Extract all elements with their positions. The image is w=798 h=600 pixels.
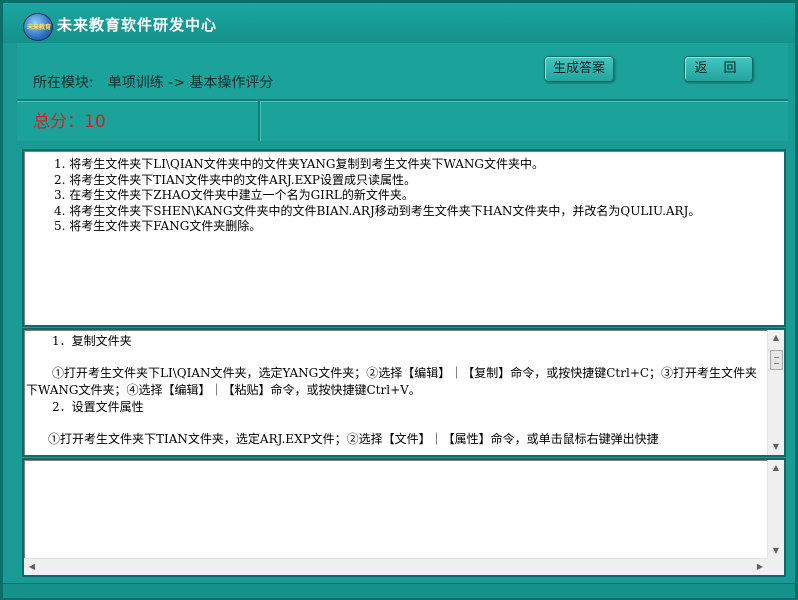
scroll-down-icon[interactable]: ▼ [768,439,784,455]
question-item: 1. 将考生文件夹下LI\QIAN文件夹中的文件夹YANG复制到考生文件夹下WA… [54,157,544,171]
scroll-up-icon[interactable]: ▲ [768,460,784,476]
scroll-left-icon[interactable]: ◀ [24,559,40,575]
app-window: 未来教育 未来教育软件研发中心 所在模块: 单项训练 -> 基本操作评分 生成答案… [0,0,798,600]
question-item: 2. 将考生文件夹下TIAN文件夹中的文件ARJ.EXP设置成只读属性。 [54,172,416,187]
answers-pane[interactable]: 1．复制文件夹 ①打开考生文件夹下LI\QIAN文件夹，选定YANG文件夹；②选… [22,328,786,457]
scrollbar-corner [768,559,784,575]
bottom-border [3,583,795,598]
question-item: 4. 将考生文件夹下SHEN\KANG文件夹中的文件BIAN.ARJ移动到考生文… [54,203,701,218]
questions-pane[interactable]: 1. 将考生文件夹下LI\QIAN文件夹中的文件夹YANG复制到考生文件夹下WA… [22,149,786,327]
answer-step: ①打开考生文件夹下TIAN文件夹，选定ARJ.EXP文件；②选择【文件】｜【属性… [48,432,659,446]
scroll-right-icon[interactable]: ▶ [752,559,768,575]
header-panel: 所在模块: 单项训练 -> 基本操作评分 生成答案 返 回 总分：10 [17,43,788,141]
answer-text: 1．复制文件夹 ①打开考生文件夹下LI\QIAN文件夹，选定YANG文件夹；②选… [26,333,766,448]
answer-step: ①打开考生文件夹下LI\QIAN文件夹，选定YANG文件夹；②选择【编辑】｜【复… [26,366,758,397]
total-score: 总分：10 [33,112,106,132]
output-horizontal-scrollbar[interactable]: ◀ ▶ [24,558,768,575]
answer-heading: 2．设置文件属性 [52,400,144,414]
module-path: 单项训练 -> 基本操作评分 [107,75,274,91]
header-divider [17,99,788,102]
back-button[interactable]: 返 回 [684,56,753,82]
question-list: 1. 将考生文件夹下LI\QIAN文件夹中的文件夹YANG复制到考生文件夹下WA… [24,151,784,235]
output-pane[interactable]: ▲ ▼ ◀ ▶ [22,458,786,577]
answers-vertical-scrollbar[interactable]: ▲ ▼ [767,330,784,455]
output-vertical-scrollbar[interactable]: ▲ ▼ [767,460,784,559]
app-title: 未来教育软件研发中心 [57,16,218,34]
header-vertical-divider [258,101,261,141]
answer-heading: 1．复制文件夹 [52,334,132,348]
question-item: 5. 将考生文件夹下FANG文件夹删除。 [54,219,262,233]
app-logo: 未来教育 [23,13,53,41]
question-item: 3. 在考生文件夹下ZHAO文件夹中建立一个名为GIRL的新文件夹。 [54,188,414,202]
scroll-down-icon[interactable]: ▼ [768,543,784,559]
generate-answer-button[interactable]: 生成答案 [544,56,614,82]
scroll-thumb[interactable] [770,350,783,370]
scroll-up-icon[interactable]: ▲ [768,330,784,346]
module-label: 所在模块: [33,75,94,91]
title-bar: 未来教育 未来教育软件研发中心 [3,3,795,43]
breadcrumb: 所在模块: 单项训练 -> 基本操作评分 [33,72,273,92]
